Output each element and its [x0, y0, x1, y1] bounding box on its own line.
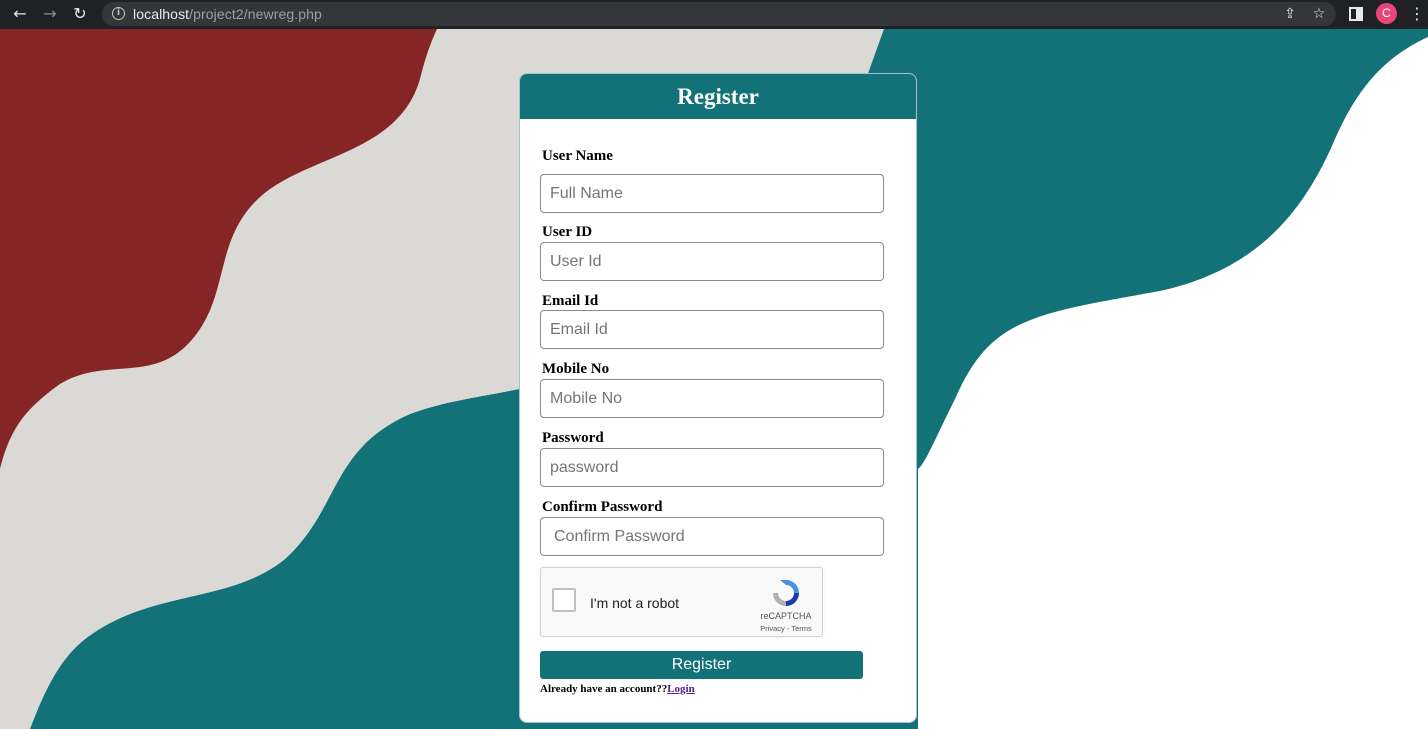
- sidepanel-icon[interactable]: [1345, 3, 1367, 25]
- userid-label: User ID: [542, 224, 593, 240]
- star-icon[interactable]: ☆: [1309, 4, 1329, 24]
- recaptcha-checkbox[interactable]: [552, 588, 576, 612]
- kebab-menu-icon[interactable]: ⋮: [1409, 3, 1425, 25]
- reload-icon[interactable]: ↻: [68, 2, 92, 26]
- browser-toolbar: ← → ↻ i localhost/project2/newreg.php ⇪ …: [0, 0, 1428, 29]
- username-input[interactable]: [540, 174, 884, 213]
- email-label: Email Id: [542, 293, 599, 309]
- forward-icon[interactable]: →: [38, 2, 62, 26]
- profile-avatar[interactable]: C: [1376, 3, 1397, 24]
- form-title: Register: [520, 74, 916, 119]
- userid-input[interactable]: [540, 242, 884, 281]
- register-button[interactable]: Register: [540, 651, 863, 679]
- login-prompt: Already have an account??Login: [540, 683, 695, 695]
- mobile-input[interactable]: [540, 379, 884, 418]
- login-link[interactable]: Login: [667, 683, 695, 695]
- password-input[interactable]: [540, 448, 884, 487]
- recaptcha-widget: I'm not a robot reCAPTCHA Privacy - Term…: [540, 567, 823, 637]
- url-text[interactable]: localhost/project2/newreg.php: [133, 6, 322, 22]
- email-input[interactable]: [540, 310, 884, 349]
- account-prompt-text: Already have an account??: [540, 683, 668, 695]
- confirm-password-input[interactable]: [540, 517, 884, 556]
- username-label: User Name: [542, 148, 613, 164]
- address-bar[interactable]: i localhost/project2/newreg.php ⇪ ☆: [102, 2, 1336, 26]
- register-card: Register User Name User ID Email Id Mobi…: [519, 73, 917, 723]
- recaptcha-icon: [773, 580, 799, 606]
- password-label: Password: [542, 430, 604, 446]
- share-icon[interactable]: ⇪: [1280, 4, 1300, 24]
- mobile-label: Mobile No: [542, 361, 610, 377]
- recaptcha-links[interactable]: Privacy - Terms: [742, 624, 830, 633]
- url-host: localhost: [133, 6, 190, 22]
- url-path: /project2/newreg.php: [189, 6, 322, 22]
- back-icon[interactable]: ←: [8, 2, 32, 26]
- recaptcha-label: I'm not a robot: [590, 595, 680, 611]
- confirm-password-label: Confirm Password: [542, 499, 663, 515]
- recaptcha-brand: reCAPTCHA: [760, 611, 812, 621]
- info-icon[interactable]: i: [112, 7, 125, 20]
